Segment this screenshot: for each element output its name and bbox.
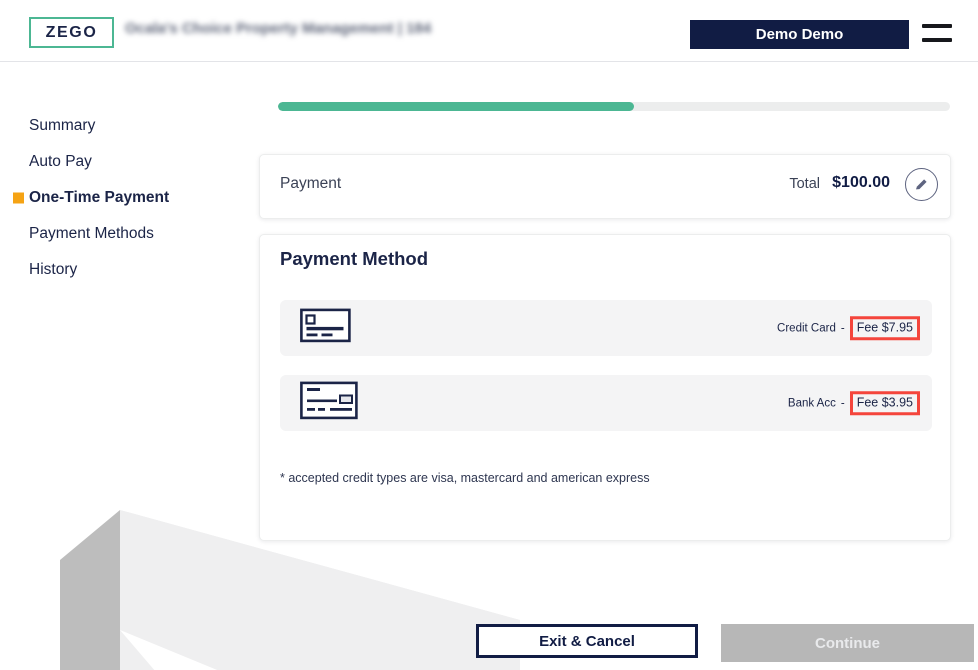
- sidebar-item-payment-methods[interactable]: Payment Methods: [0, 216, 258, 252]
- payment-option-separator: -: [840, 397, 845, 409]
- payment-option-name: Bank Acc: [787, 397, 836, 409]
- hamburger-bar-bottom: [922, 38, 952, 42]
- zego-logo-text: ZEGO: [45, 23, 98, 41]
- main-content: Payment Total $100.00 Payment Method Cre…: [258, 62, 978, 670]
- sidebar-item-label: One-Time Payment: [29, 189, 170, 206]
- checkout-progress-bar: [278, 102, 950, 111]
- payment-method-title: Payment Method: [280, 248, 429, 269]
- hamburger-bar-top: [922, 24, 952, 28]
- payment-option-credit-card[interactable]: Credit Card - Fee $7.95: [280, 300, 932, 356]
- payment-page: ZEGO Ocala's Choice Property Management …: [0, 0, 978, 670]
- pencil-glyph: [916, 179, 927, 190]
- payment-option-meta: Credit Card - Fee $7.95: [777, 316, 920, 340]
- checkout-progress-fill: [278, 102, 635, 111]
- credit-card-icon: [300, 308, 351, 348]
- exit-and-cancel-button[interactable]: Exit & Cancel: [476, 624, 698, 658]
- payment-option-name: Credit Card: [777, 322, 836, 334]
- payment-summary-card: Payment Total $100.00: [259, 154, 951, 219]
- payment-option-meta: Bank Acc - Fee $3.95: [788, 391, 920, 415]
- user-account-button[interactable]: Demo Demo: [690, 20, 909, 49]
- payment-method-card: Payment Method Credit Card - Fee $7.95 B…: [259, 234, 951, 541]
- sidebar-item-label: Summary: [29, 117, 96, 134]
- accepted-cards-footnote: * accepted credit types are visa, master…: [280, 471, 650, 485]
- payment-total-amount: $100.00: [832, 174, 890, 191]
- sidebar-item-one-time-payment[interactable]: One-Time Payment: [0, 180, 258, 216]
- organization-title: Ocala's Choice Property Management | 184: [125, 20, 432, 37]
- payment-summary-label: Payment: [280, 175, 342, 192]
- sidebar-item-auto-pay[interactable]: Auto Pay: [0, 144, 258, 180]
- continue-button[interactable]: Continue: [721, 624, 974, 662]
- payment-total-label: Total: [789, 176, 820, 192]
- sidebar-item-label: History: [29, 261, 78, 278]
- active-marker: [13, 192, 24, 204]
- sidebar-item-history[interactable]: History: [0, 252, 258, 288]
- sidebar-item-summary[interactable]: Summary: [0, 108, 258, 144]
- footer-actions: Exit & Cancel Continue: [258, 621, 978, 670]
- sidebar-nav: Summary Auto Pay One-Time Payment Paymen…: [0, 62, 258, 288]
- sidebar-item-label: Auto Pay: [29, 153, 92, 170]
- payment-option-fee-badge: Fee $3.95: [849, 391, 920, 415]
- payment-option-separator: -: [840, 322, 845, 334]
- zego-logo[interactable]: ZEGO: [29, 17, 114, 48]
- app-header: ZEGO Ocala's Choice Property Management …: [0, 0, 978, 62]
- pencil-edit-icon[interactable]: [905, 168, 938, 201]
- hamburger-menu-icon[interactable]: [922, 24, 952, 42]
- sidebar-item-label: Payment Methods: [29, 225, 154, 242]
- payment-option-bank-account[interactable]: Bank Acc - Fee $3.95: [280, 375, 932, 431]
- check-icon: [300, 381, 358, 425]
- payment-option-fee-badge: Fee $7.95: [849, 316, 920, 340]
